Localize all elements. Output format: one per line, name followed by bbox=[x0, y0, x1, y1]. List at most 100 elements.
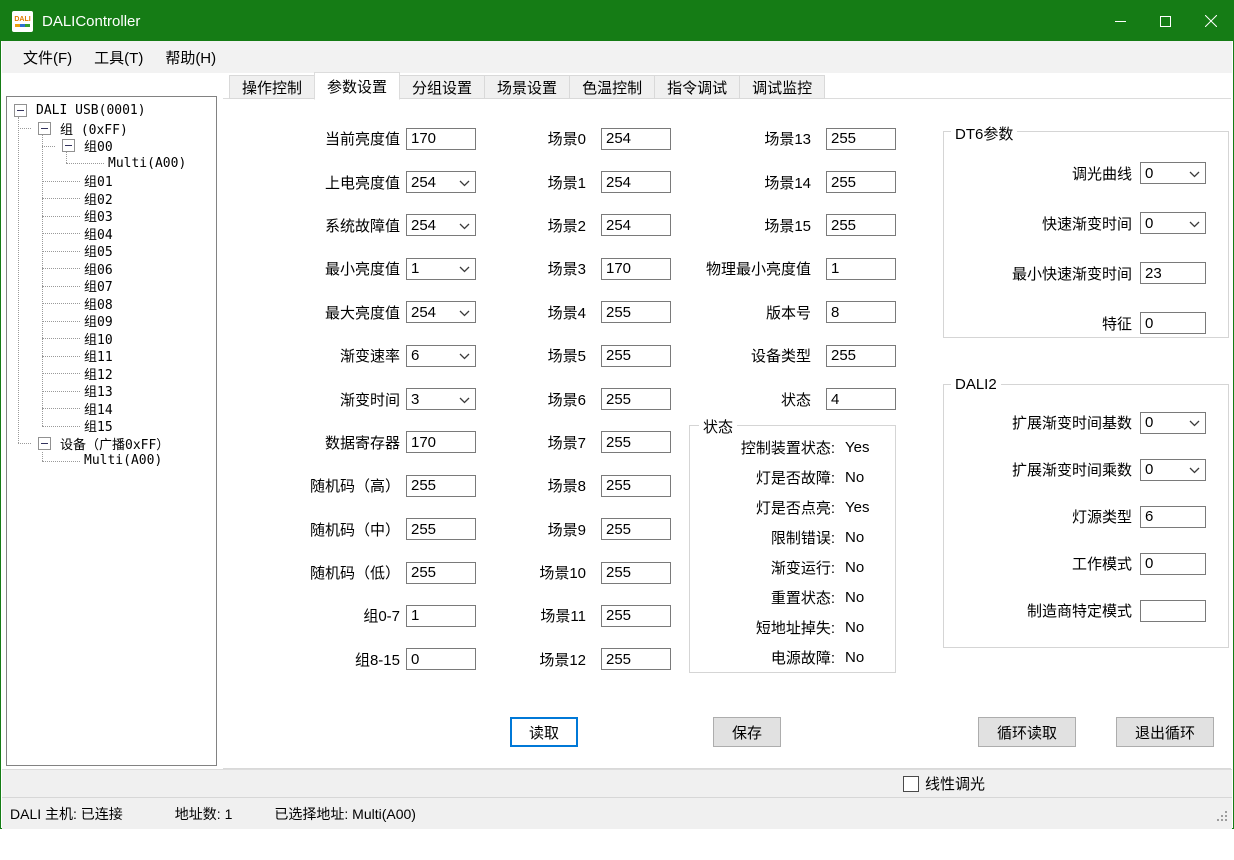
tree-item-14[interactable]: 组11 bbox=[7, 347, 216, 365]
tree-item-8[interactable]: 组05 bbox=[7, 242, 216, 260]
scene-row-1: 场景1 bbox=[506, 171, 671, 193]
tree-item-label: Multi(A00) bbox=[84, 453, 162, 468]
scene-12-input[interactable] bbox=[601, 648, 671, 670]
menu-file[interactable]: 文件(F) bbox=[12, 43, 83, 72]
save-button[interactable]: 保存 bbox=[713, 717, 781, 747]
tree-item-5[interactable]: 组02 bbox=[7, 190, 216, 208]
param-8-input[interactable] bbox=[406, 475, 476, 497]
param-0-input[interactable] bbox=[406, 128, 476, 150]
scene-4-input[interactable] bbox=[601, 301, 671, 323]
scene-b-3-input[interactable] bbox=[826, 258, 896, 280]
scene-7-input[interactable] bbox=[601, 431, 671, 453]
tab-6[interactable]: 调试监控 bbox=[739, 75, 825, 99]
tree-connector bbox=[42, 181, 80, 182]
tab-4[interactable]: 色温控制 bbox=[569, 75, 655, 99]
param-2-combobox[interactable]: 254 bbox=[406, 214, 476, 236]
tree-collapse-icon[interactable] bbox=[62, 139, 75, 152]
param-7-input[interactable] bbox=[406, 431, 476, 453]
dt6-group-title: DT6参数 bbox=[951, 123, 1017, 144]
tab-5[interactable]: 指令调试 bbox=[654, 75, 740, 99]
scene-0-input[interactable] bbox=[601, 128, 671, 150]
status-list: 控制装置状态:Yes灯是否故障:No灯是否点亮:Yes限制错误:No渐变运行:N… bbox=[690, 426, 895, 672]
dt6-3-input[interactable] bbox=[1140, 312, 1206, 334]
tree-item-6[interactable]: 组03 bbox=[7, 207, 216, 225]
dali2-3-input[interactable] bbox=[1140, 553, 1206, 575]
maximize-button[interactable] bbox=[1143, 1, 1188, 41]
param-1-combobox[interactable]: 254 bbox=[406, 171, 476, 193]
tree-item-13[interactable]: 组10 bbox=[7, 330, 216, 348]
param-10-input[interactable] bbox=[406, 562, 476, 584]
linear-dimming-checkbox[interactable] bbox=[903, 776, 919, 792]
resize-grip-icon[interactable] bbox=[1217, 809, 1228, 825]
scene-1-input[interactable] bbox=[601, 171, 671, 193]
dali2-4-input[interactable] bbox=[1140, 600, 1206, 622]
scene-b-6-input[interactable] bbox=[826, 388, 896, 410]
scene-label-11: 场景11 bbox=[506, 605, 601, 626]
tab-0[interactable]: 操作控制 bbox=[229, 75, 315, 99]
scene-9-input[interactable] bbox=[601, 518, 671, 540]
tree-item-20[interactable]: Multi(A00) bbox=[7, 452, 216, 470]
tree-item-4[interactable]: 组01 bbox=[7, 172, 216, 190]
tree-collapse-icon[interactable] bbox=[38, 122, 51, 135]
dt6-1-combobox[interactable]: 0 bbox=[1140, 212, 1206, 234]
tree-item-12[interactable]: 组09 bbox=[7, 312, 216, 330]
dt6-0-combobox[interactable]: 0 bbox=[1140, 162, 1206, 184]
tree-collapse-icon[interactable] bbox=[38, 437, 51, 450]
scene-8-input[interactable] bbox=[601, 475, 671, 497]
menu-help[interactable]: 帮助(H) bbox=[154, 43, 227, 72]
param-4-combobox[interactable]: 254 bbox=[406, 301, 476, 323]
tree-item-0[interactable]: DALI USB(0001) bbox=[7, 102, 216, 120]
tree-item-16[interactable]: 组13 bbox=[7, 382, 216, 400]
tab-1[interactable]: 参数设置 bbox=[314, 72, 400, 100]
exit-loop-button[interactable]: 退出循环 bbox=[1116, 717, 1214, 747]
scene-5-input[interactable] bbox=[601, 345, 671, 367]
tree-item-7[interactable]: 组04 bbox=[7, 225, 216, 243]
param-5-combobox[interactable]: 6 bbox=[406, 345, 476, 367]
scene-b-0-input[interactable] bbox=[826, 128, 896, 150]
scene-6-input[interactable] bbox=[601, 388, 671, 410]
dt6-2-input[interactable] bbox=[1140, 262, 1206, 284]
tab-strip: 操作控制参数设置分组设置场景设置色温控制指令调试调试监控 bbox=[229, 71, 824, 99]
tree-item-3[interactable]: Multi(A00) bbox=[7, 155, 216, 173]
scene-b-5-input[interactable] bbox=[826, 345, 896, 367]
read-button[interactable]: 读取 bbox=[510, 717, 578, 747]
tree-item-17[interactable]: 组14 bbox=[7, 400, 216, 418]
tree-item-19[interactable]: 设备（广播0xFF） bbox=[7, 435, 216, 453]
param-3-combobox[interactable]: 1 bbox=[406, 258, 476, 280]
dali2-0-combobox[interactable]: 0 bbox=[1140, 412, 1206, 434]
scene-b-2-input[interactable] bbox=[826, 214, 896, 236]
tree-item-label: DALI USB(0001) bbox=[36, 103, 146, 118]
app-icon: DALI bbox=[12, 11, 33, 32]
tree-item-10[interactable]: 组07 bbox=[7, 277, 216, 295]
tab-2[interactable]: 分组设置 bbox=[399, 75, 485, 99]
tree-item-15[interactable]: 组12 bbox=[7, 365, 216, 383]
param-6-combobox[interactable]: 3 bbox=[406, 388, 476, 410]
param-11-input[interactable] bbox=[406, 605, 476, 627]
menu-tools[interactable]: 工具(T) bbox=[83, 43, 154, 72]
dali2-2-input[interactable] bbox=[1140, 506, 1206, 528]
param-12-input[interactable] bbox=[406, 648, 476, 670]
scene-row-9: 场景9 bbox=[506, 518, 671, 540]
scene-b-row-1: 场景14 bbox=[683, 171, 896, 193]
scene-11-input[interactable] bbox=[601, 605, 671, 627]
tree-item-18[interactable]: 组15 bbox=[7, 417, 216, 435]
scene-3-input[interactable] bbox=[601, 258, 671, 280]
tree-item-11[interactable]: 组08 bbox=[7, 295, 216, 313]
close-button[interactable] bbox=[1188, 1, 1233, 41]
scene-row-5: 场景5 bbox=[506, 345, 671, 367]
minimize-button[interactable] bbox=[1098, 1, 1143, 41]
loop-read-button[interactable]: 循环读取 bbox=[978, 717, 1076, 747]
param-row-1: 上电亮度值254 bbox=[279, 171, 476, 193]
scene-b-1-input[interactable] bbox=[826, 171, 896, 193]
tab-3[interactable]: 场景设置 bbox=[484, 75, 570, 99]
scene-b-4-input[interactable] bbox=[826, 301, 896, 323]
scene-2-input[interactable] bbox=[601, 214, 671, 236]
tree-item-2[interactable]: 组00 bbox=[7, 137, 216, 155]
tree-collapse-icon[interactable] bbox=[14, 104, 27, 117]
scene-b-label-3: 物理最小亮度值 bbox=[683, 258, 826, 279]
param-9-input[interactable] bbox=[406, 518, 476, 540]
tree-item-1[interactable]: 组 (0xFF) bbox=[7, 120, 216, 138]
tree-item-9[interactable]: 组06 bbox=[7, 260, 216, 278]
scene-10-input[interactable] bbox=[601, 562, 671, 584]
dali2-1-combobox[interactable]: 0 bbox=[1140, 459, 1206, 481]
